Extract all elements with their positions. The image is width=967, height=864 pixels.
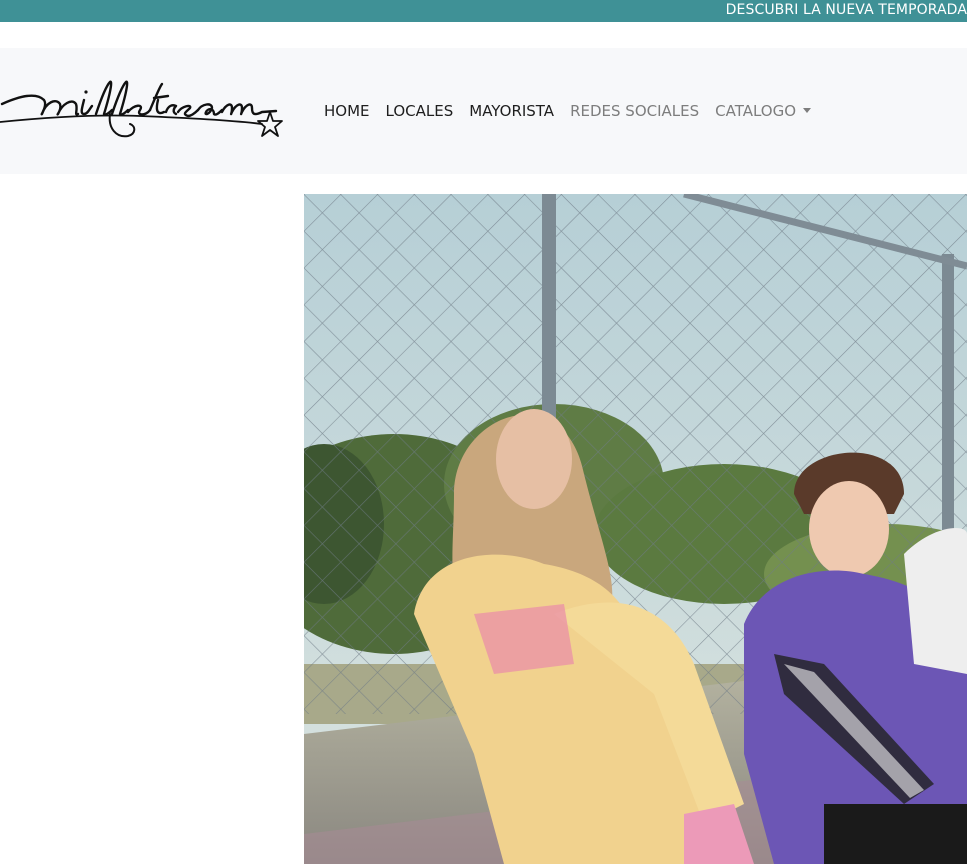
caret-down-icon [803,108,812,113]
navbar: HOME LOCALES MAYORISTA REDES SOCIALES CA… [0,48,967,174]
announcement-text[interactable]: DESCUBRI LA NUEVA TEMPORADA [726,2,967,18]
main-nav: HOME LOCALES MAYORISTA REDES SOCIALES CA… [324,102,827,120]
hero-banner[interactable] [304,194,967,864]
nav-locales[interactable]: LOCALES [386,102,454,120]
announcement-bar[interactable]: DESCUBRI LA NUEVA TEMPORADA [0,0,967,22]
nav-home[interactable]: HOME [324,102,370,120]
nav-mayorista[interactable]: MAYORISTA [469,102,554,120]
nav-redes-sociales[interactable]: REDES SOCIALES [570,102,699,120]
hero-photo [304,194,967,864]
nav-catalogo-dropdown[interactable]: CATALOGO [715,102,812,120]
star-icon [257,111,283,137]
nav-catalogo-label: CATALOGO [715,102,797,120]
brand-logo[interactable] [0,78,284,146]
